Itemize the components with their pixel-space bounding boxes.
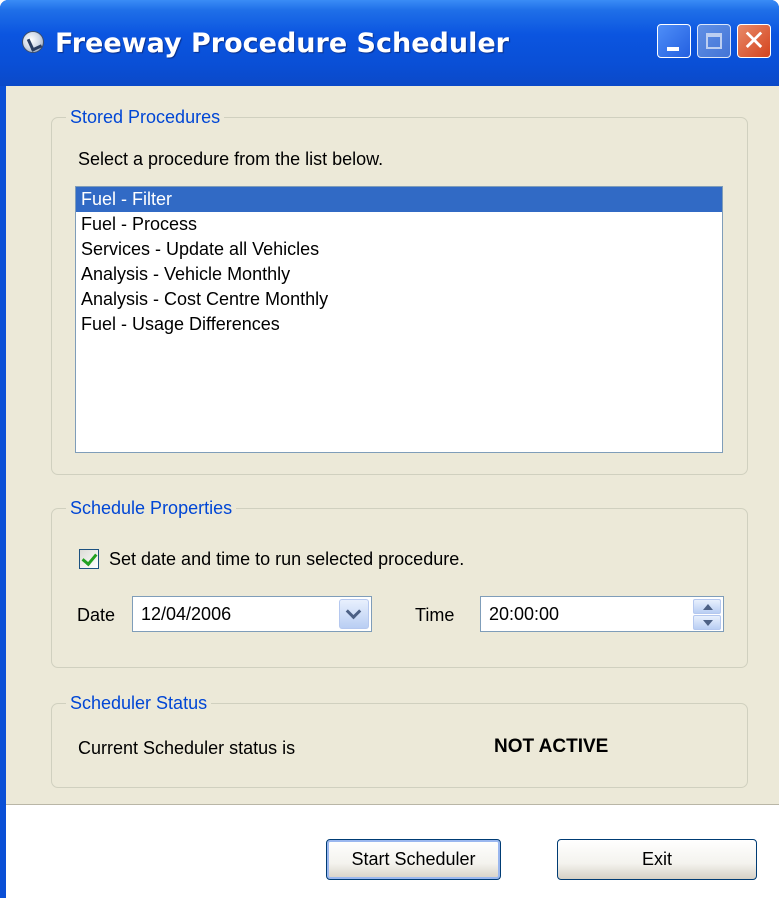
time-spin-up-button[interactable]	[693, 599, 721, 614]
list-item[interactable]: Services - Update all Vehicles	[76, 237, 722, 262]
close-icon: ✕	[742, 24, 766, 57]
run-schedule-checkbox[interactable]	[79, 549, 99, 569]
time-picker[interactable]: 20:00:00	[480, 596, 724, 632]
title-bar[interactable]: Freeway Procedure Scheduler ✕	[0, 0, 779, 86]
stored-procedures-legend: Stored Procedures	[66, 105, 225, 129]
arrow-down-icon	[703, 620, 713, 626]
status-value: NOT ACTIVE	[494, 736, 609, 757]
maximize-button[interactable]	[697, 24, 731, 58]
minimize-button[interactable]	[657, 24, 691, 58]
date-value[interactable]: 12/04/2006	[141, 603, 231, 625]
chevron-down-icon	[345, 603, 362, 620]
time-spin-down-button[interactable]	[693, 615, 721, 630]
list-item[interactable]: Fuel - Usage Differences	[76, 312, 722, 337]
date-picker[interactable]: 12/04/2006	[132, 596, 372, 632]
start-scheduler-button[interactable]: Start Scheduler	[326, 839, 501, 880]
schedule-properties-legend: Schedule Properties	[66, 496, 237, 520]
dialog-client-area: Stored Procedures Select a procedure fro…	[6, 86, 779, 898]
list-item[interactable]: Analysis - Cost Centre Monthly	[76, 287, 722, 312]
status-label: Current Scheduler status is	[78, 738, 296, 758]
close-button[interactable]: ✕	[737, 24, 771, 58]
minimize-icon	[667, 47, 679, 51]
scheduler-status-legend: Scheduler Status	[66, 691, 212, 715]
time-value[interactable]: 20:00:00	[489, 603, 559, 625]
list-item[interactable]: Fuel - Filter	[76, 187, 722, 212]
window-title: Freeway Procedure Scheduler	[55, 28, 509, 59]
run-schedule-checkbox-label[interactable]: Set date and time to run selected proced…	[109, 548, 464, 570]
list-item[interactable]: Analysis - Vehicle Monthly	[76, 262, 722, 287]
date-label: Date	[77, 605, 116, 625]
time-label: Time	[415, 605, 455, 625]
list-item[interactable]: Fuel - Process	[76, 212, 722, 237]
procedure-listbox[interactable]: Fuel - Filter Fuel - Process Services - …	[75, 186, 723, 453]
app-window: Freeway Procedure Scheduler ✕ Stored Pro…	[0, 0, 779, 898]
app-icon	[22, 31, 44, 53]
arrow-up-icon	[703, 604, 713, 610]
maximize-icon	[706, 33, 722, 49]
exit-button[interactable]: Exit	[557, 839, 757, 880]
schedule-properties-group: Schedule Properties	[51, 496, 748, 668]
date-dropdown-button[interactable]	[339, 599, 369, 629]
procedure-instruction: Select a procedure from the list below.	[78, 149, 384, 169]
